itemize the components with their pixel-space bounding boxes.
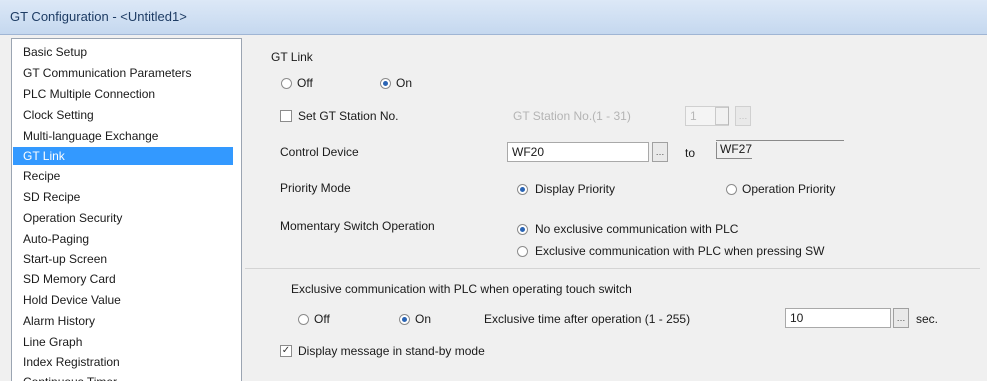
category-tree[interactable]: Basic Setup GT Communication Parameters … <box>11 38 242 381</box>
momentary-exclusive-label: Exclusive communication with PLC when pr… <box>535 244 825 258</box>
gt-link-off-label: Off <box>297 76 313 90</box>
gt-link-off-radio[interactable] <box>281 78 292 89</box>
gt-link-section-label: GT Link <box>271 50 313 64</box>
sidebar-item-gt-link[interactable]: GT Link <box>13 147 233 165</box>
control-device-to-label: to <box>685 146 696 160</box>
section-divider <box>245 268 980 269</box>
exclusive-touch-label: Exclusive communication with PLC when op… <box>291 282 632 296</box>
standby-message-label: Display message in stand-by mode <box>298 344 485 358</box>
gt-link-on-radio[interactable] <box>380 78 391 89</box>
sidebar-item-alarm-history[interactable]: Alarm History <box>13 312 233 330</box>
sidebar-item-sd-memory-card[interactable]: SD Memory Card <box>13 270 233 288</box>
sidebar-item-hold-device-value[interactable]: Hold Device Value <box>13 291 233 309</box>
title-bar: GT Configuration - <Untitled1> <box>0 0 987 35</box>
sidebar-item-start-up-screen[interactable]: Start-up Screen <box>13 250 233 268</box>
momentary-exclusive-radio[interactable] <box>517 246 528 257</box>
window-title: GT Configuration - <Untitled1> <box>10 9 187 24</box>
exclusive-time-label: Exclusive time after operation (1 - 255) <box>484 312 691 326</box>
priority-display-label: Display Priority <box>535 182 616 196</box>
standby-message-checkbox[interactable]: ✓ <box>280 345 292 357</box>
exclusive-time-spinner[interactable]: … <box>893 308 909 328</box>
set-station-checkbox[interactable] <box>280 110 292 122</box>
station-no-label: GT Station No.(1 - 31) <box>513 109 631 123</box>
station-no-browse-button[interactable]: … <box>735 106 751 126</box>
exclusive-time-unit: sec. <box>916 312 939 326</box>
sidebar-item-basic-setup[interactable]: Basic Setup <box>13 43 233 61</box>
sidebar-item-operation-security[interactable]: Operation Security <box>13 209 233 227</box>
control-device-to-value: WF27 <box>716 142 753 159</box>
priority-operation-label: Operation Priority <box>742 182 836 196</box>
sidebar-item-recipe[interactable]: Recipe <box>13 167 233 185</box>
exclusive-on-radio[interactable] <box>399 314 410 325</box>
exclusive-time-input[interactable]: 10 <box>785 308 891 328</box>
sidebar-item-plc-multiple-connection[interactable]: PLC Multiple Connection <box>13 85 233 103</box>
sidebar-item-index-registration[interactable]: Index Registration <box>13 353 233 371</box>
settings-panel: GT Link Off On Set GT Station No. GT Sta… <box>245 38 980 380</box>
momentary-no-exclusive-label: No exclusive communication with PLC <box>535 222 739 236</box>
priority-mode-label: Priority Mode <box>280 181 351 195</box>
control-device-browse-button[interactable]: … <box>652 142 668 162</box>
exclusive-on-label: On <box>415 312 432 326</box>
sidebar-item-clock-setting[interactable]: Clock Setting <box>13 106 233 124</box>
sidebar-item-multi-language-exchange[interactable]: Multi-language Exchange <box>13 127 233 145</box>
sidebar-item-gt-communication-parameters[interactable]: GT Communication Parameters <box>13 64 233 82</box>
sidebar-item-line-graph[interactable]: Line Graph <box>13 333 233 351</box>
station-no-spinner[interactable] <box>715 107 729 125</box>
gt-link-on-label: On <box>396 76 413 90</box>
set-station-label: Set GT Station No. <box>298 109 399 123</box>
momentary-switch-label: Momentary Switch Operation <box>280 219 435 233</box>
control-device-label: Control Device <box>280 145 359 159</box>
exclusive-off-label: Off <box>314 312 330 326</box>
priority-operation-radio[interactable] <box>726 184 737 195</box>
sidebar-item-sd-recipe[interactable]: SD Recipe <box>13 188 233 206</box>
sidebar-item-auto-paging[interactable]: Auto-Paging <box>13 230 233 248</box>
control-device-from-input[interactable]: WF20 <box>507 142 649 162</box>
exclusive-off-radio[interactable] <box>298 314 309 325</box>
momentary-no-exclusive-radio[interactable] <box>517 224 528 235</box>
priority-display-radio[interactable] <box>517 184 528 195</box>
control-device-to-frame <box>716 140 844 141</box>
